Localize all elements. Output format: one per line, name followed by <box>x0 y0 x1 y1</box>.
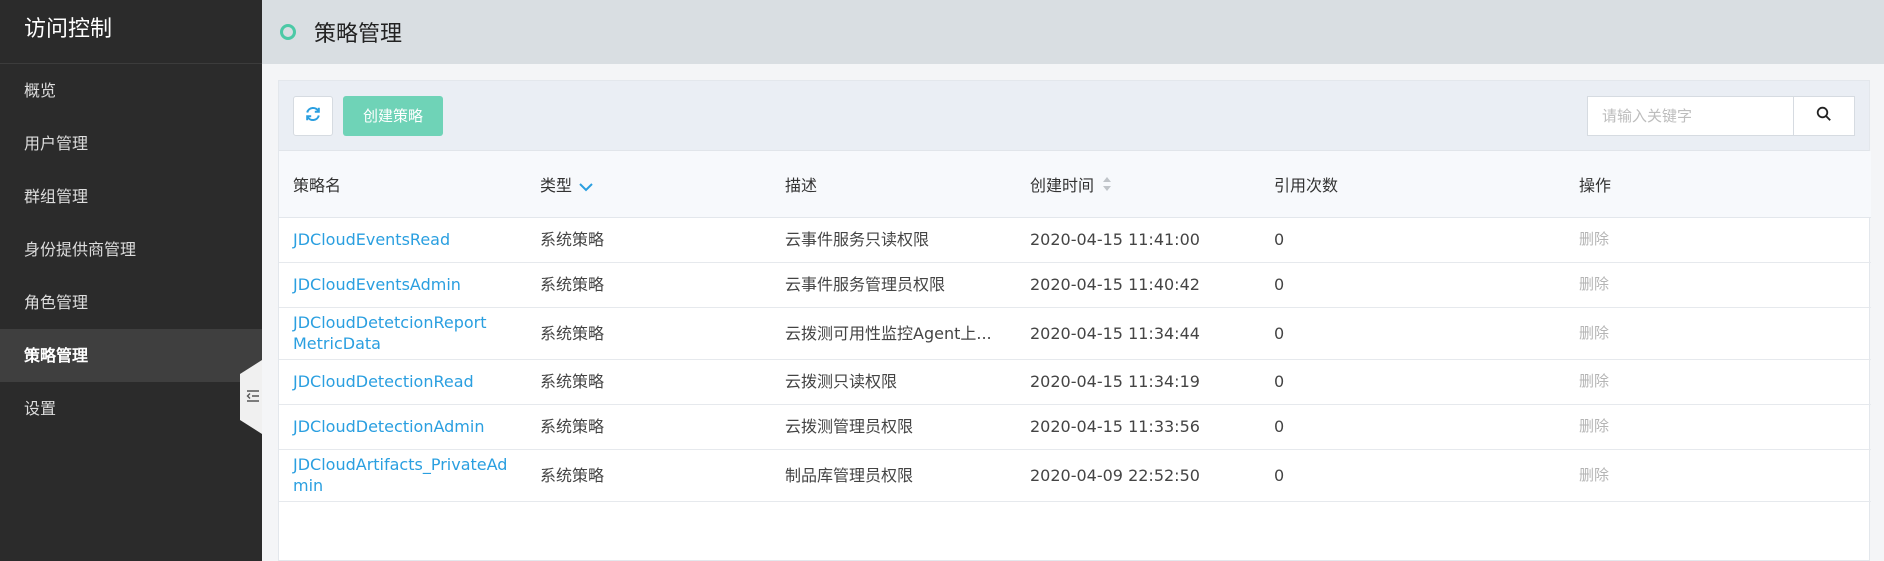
search-box <box>1587 96 1855 136</box>
delete-button[interactable]: 删除 <box>1565 217 1871 262</box>
sidebar-title: 访问控制 <box>0 0 262 64</box>
toolbar: 创建策略 <box>279 81 1869 151</box>
policy-created-time: 2020-04-15 11:34:19 <box>1030 372 1200 391</box>
policy-reference-count: 0 <box>1274 372 1285 391</box>
policy-reference-count: 0 <box>1274 230 1285 249</box>
table-row: JDCloudArtifacts_PrivateAdmin 系统策略 制品库管理… <box>279 449 1871 501</box>
policy-reference-count: 0 <box>1274 417 1285 436</box>
policy-description: 云拨测只读权限 <box>785 372 898 391</box>
policy-reference-count: 0 <box>1274 465 1285 485</box>
search-icon <box>1816 106 1832 126</box>
policy-list-card: 创建策略 策略名 类型 描述 创建时间 <box>278 80 1871 561</box>
column-header-description: 描述 <box>785 175 818 195</box>
policy-type: 系统策略 <box>540 230 605 249</box>
policy-name-link[interactable]: JDCloudDetetcionReport MetricData <box>279 307 526 359</box>
policy-created-time: 2020-04-15 11:33:56 <box>1030 417 1200 436</box>
page-title: 策略管理 <box>314 22 403 47</box>
policy-reference-count: 0 <box>1274 275 1285 294</box>
policy-description: 云事件服务管理员权限 <box>785 275 946 294</box>
policy-table: 策略名 类型 描述 创建时间 引用次数 操作 JDCloudEventsRead… <box>279 151 1871 502</box>
sidebar-item-overview[interactable]: 概览 <box>0 64 262 117</box>
header-dot-icon <box>280 24 296 40</box>
search-input[interactable] <box>1587 96 1793 136</box>
chevron-down-icon[interactable] <box>578 177 594 196</box>
collapse-icon <box>242 388 260 407</box>
delete-button[interactable]: 删除 <box>1565 449 1871 501</box>
policy-type: 系统策略 <box>540 372 605 391</box>
policy-name-link[interactable]: JDCloudDetectionRead <box>279 359 526 404</box>
refresh-button[interactable] <box>293 95 333 136</box>
column-header-type[interactable]: 类型 <box>526 151 771 217</box>
search-button[interactable] <box>1793 96 1855 136</box>
sidebar-item-policies[interactable]: 策略管理 <box>0 329 262 382</box>
policy-created-time: 2020-04-15 11:34:44 <box>1030 323 1200 343</box>
policy-type: 系统策略 <box>540 323 605 343</box>
table-row: JDCloudEventsAdmin 系统策略 云事件服务管理员权限 2020-… <box>279 262 1871 307</box>
create-policy-button[interactable]: 创建策略 <box>343 95 444 136</box>
column-header-reference-count: 引用次数 <box>1274 175 1339 195</box>
delete-button[interactable]: 删除 <box>1565 359 1871 404</box>
sidebar-item-roles[interactable]: 角色管理 <box>0 276 262 329</box>
column-header-created-time-label: 创建时间 <box>1030 175 1095 195</box>
policy-name-link[interactable]: JDCloudArtifacts_PrivateAdmin <box>279 449 526 501</box>
policy-created-time: 2020-04-09 22:52:50 <box>1030 465 1200 485</box>
policy-name-link[interactable]: JDCloudEventsAdmin <box>279 262 526 307</box>
sidebar-item-users[interactable]: 用户管理 <box>0 117 262 170</box>
table-row: JDCloudDetetcionReport MetricData 系统策略 云… <box>279 307 1871 359</box>
delete-button[interactable]: 删除 <box>1565 307 1871 359</box>
table-row: JDCloudDetectionRead 系统策略 云拨测只读权限 2020-0… <box>279 359 1871 404</box>
sidebar-item-settings[interactable]: 设置 <box>0 382 262 435</box>
refresh-icon <box>304 105 322 127</box>
sidebar-menu: 概览 用户管理 群组管理 身份提供商管理 角色管理 策略管理 设置 <box>0 64 262 435</box>
column-header-actions: 操作 <box>1579 175 1612 195</box>
policy-reference-count: 0 <box>1274 323 1285 343</box>
table-header-row: 策略名 类型 描述 创建时间 引用次数 操作 <box>279 151 1871 217</box>
policy-name-link[interactable]: JDCloudDetectionAdmin <box>279 404 526 449</box>
policy-description: 制品库管理员权限 <box>785 465 914 485</box>
policy-created-time: 2020-04-15 11:41:00 <box>1030 230 1200 249</box>
policy-description: 云事件服务只读权限 <box>785 230 930 249</box>
policy-type: 系统策略 <box>540 417 605 436</box>
policy-name-link[interactable]: JDCloudEventsRead <box>279 217 526 262</box>
column-header-type-label: 类型 <box>540 175 573 195</box>
delete-button[interactable]: 删除 <box>1565 262 1871 307</box>
sort-icon[interactable] <box>1102 176 1112 196</box>
policy-type: 系统策略 <box>540 465 605 485</box>
policy-type: 系统策略 <box>540 275 605 294</box>
policy-description: 云拨测管理员权限 <box>785 417 914 436</box>
sidebar-item-groups[interactable]: 群组管理 <box>0 170 262 223</box>
table-row: JDCloudDetectionAdmin 系统策略 云拨测管理员权限 2020… <box>279 404 1871 449</box>
delete-button[interactable]: 删除 <box>1565 404 1871 449</box>
policy-created-time: 2020-04-15 11:40:42 <box>1030 275 1200 294</box>
column-header-policy-name: 策略名 <box>293 175 342 195</box>
page-header: 策略管理 <box>262 0 1884 64</box>
sidebar: 访问控制 概览 用户管理 群组管理 身份提供商管理 角色管理 策略管理 设置 <box>0 0 262 561</box>
column-header-created-time[interactable]: 创建时间 <box>1016 151 1260 217</box>
sidebar-item-identity-providers[interactable]: 身份提供商管理 <box>0 223 262 276</box>
policy-description: 云拨测可用性监控Agent上... <box>785 323 992 343</box>
table-row: JDCloudEventsRead 系统策略 云事件服务只读权限 2020-04… <box>279 217 1871 262</box>
